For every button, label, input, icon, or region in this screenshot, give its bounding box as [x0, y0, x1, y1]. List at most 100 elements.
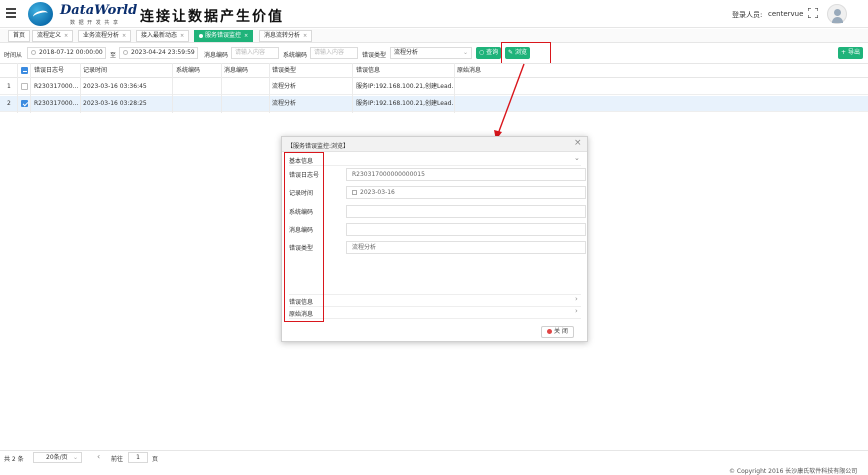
tab-bar: 首页 流程定义 × 业务流程分析 × 接入最新动态 × 服务错误监控 × 消息流转分析 × [0, 29, 868, 43]
tab-service-error-monitor[interactable]: 服务错误监控 × [194, 30, 254, 42]
column-divider [172, 63, 173, 113]
tab-message-flow-analysis[interactable]: 消息流转分析 × [259, 30, 313, 42]
column-header[interactable]: 消息编码 [224, 64, 248, 78]
chevron-down-icon: ⌄ [72, 454, 78, 461]
page-size-select[interactable]: 20条/页 ⌄ [33, 452, 82, 463]
record-time-value: 2023-03-16 [360, 189, 395, 196]
chevron-right-icon[interactable]: › [575, 295, 578, 303]
column-divider [30, 63, 31, 113]
log-no-cell: R230317000... [34, 100, 79, 107]
column-divider [80, 63, 81, 113]
column-header[interactable]: 错误类型 [272, 64, 296, 78]
error-type-select[interactable]: 流程分析 ⌄ [390, 47, 472, 59]
active-dot-icon [199, 33, 203, 38]
close-button[interactable]: 关 闭 [541, 326, 574, 338]
menu-icon[interactable] [6, 8, 16, 18]
sys-code-input[interactable]: 请输入内容 [310, 47, 358, 59]
column-header[interactable]: 记录时间 [83, 64, 107, 78]
close-icon[interactable]: × [574, 138, 582, 148]
column-header[interactable]: 错误日志号 [34, 64, 64, 78]
slogan: 连接让数据产生价值 [140, 9, 284, 25]
page-size-value: 20条/页 [46, 454, 68, 461]
column-divider [221, 63, 222, 113]
close-icon[interactable]: × [64, 33, 68, 39]
table-header: 错误日志号 记录时间 系统编码 消息编码 错误类型 错误信息 原始消息 [0, 63, 868, 78]
page-input[interactable]: 1 [128, 452, 148, 463]
column-header[interactable]: 系统编码 [176, 64, 200, 78]
goto-label: 前往 [111, 456, 124, 463]
chevron-down-icon: ⌄ [462, 49, 468, 56]
time-from-input[interactable]: 2018-07-12 00:00:00 [27, 47, 106, 59]
msg-code-input[interactable]: 请输入内容 [231, 47, 279, 59]
sys-code-label: 系统编码 [283, 52, 308, 59]
total-count: 共 2 条 [4, 456, 24, 463]
browse-dialog: 【服务错误监控:浏览】 × 基本信息 ⌄ 错误日志号 R230317000000… [281, 136, 588, 342]
page-unit-label: 页 [152, 456, 159, 463]
error-type-field[interactable]: 流程分析 [346, 241, 586, 254]
close-icon[interactable]: × [303, 33, 307, 39]
divider [289, 306, 581, 307]
chevron-right-icon[interactable]: › [575, 307, 578, 315]
msg-code-placeholder: 请输入内容 [235, 49, 266, 56]
clock-icon [123, 49, 128, 55]
error-type-value: 流程分析 [394, 49, 419, 56]
record-time-field[interactable]: 2023-03-16 [346, 186, 586, 199]
time-to-input[interactable]: 2023-04-24 23:59:59 [119, 47, 198, 59]
column-divider [352, 63, 353, 113]
tab-process-definition[interactable]: 流程定义 × [32, 30, 74, 42]
msg-code-field[interactable] [346, 223, 586, 236]
search-icon: ○ [479, 49, 485, 56]
export-button[interactable]: + 导出 [838, 47, 863, 59]
time-from-value: 2018-07-12 00:00:00 [39, 49, 103, 56]
error-info-cell: 服务IP:192.168.100.21,创建Lead... [356, 83, 454, 90]
calendar-icon [352, 189, 357, 195]
row-checkbox[interactable] [21, 100, 28, 107]
avatar[interactable] [827, 4, 847, 24]
row-checkbox[interactable] [21, 83, 28, 90]
column-header[interactable]: 错误信息 [356, 64, 380, 78]
close-icon[interactable]: × [122, 33, 126, 39]
tab-home[interactable]: 首页 [8, 30, 31, 42]
row-index: 2 [7, 100, 11, 107]
tab-label: 服务错误监控 [205, 32, 242, 39]
tab-label: 流程定义 [37, 32, 62, 39]
table-row[interactable]: 2 R230317000... 2023-03-16 03:28:25 流程分析… [0, 96, 868, 112]
export-label: 导出 [847, 49, 860, 56]
dialog-header: 【服务错误监控:浏览】 × [282, 137, 587, 152]
login-label: 登录人员: [732, 11, 763, 19]
column-header[interactable]: 原始消息 [457, 64, 481, 78]
tab-business-process-analysis[interactable]: 业务流程分析 × [78, 30, 132, 42]
error-info-cell: 服务IP:192.168.100.21,创建Lead... [356, 100, 454, 107]
log-no-field[interactable]: R230317000000000015 [346, 168, 586, 181]
logo-icon [28, 2, 53, 26]
sys-code-placeholder: 请输入内容 [314, 49, 345, 56]
column-divider [454, 63, 455, 113]
clock-icon [31, 49, 36, 55]
dialog-title: 【服务错误监控:浏览】 [287, 143, 350, 150]
time-to-value: 2023-04-24 23:59:59 [131, 49, 195, 56]
tab-label: 消息流转分析 [264, 32, 301, 39]
prev-page-icon[interactable]: ‹ [97, 452, 100, 461]
close-label: 关 闭 [554, 328, 568, 335]
log-no-cell: R230317000... [34, 83, 79, 90]
query-button[interactable]: ○ 查询 [476, 47, 502, 59]
close-icon[interactable]: × [244, 33, 248, 39]
sys-code-field[interactable] [346, 205, 586, 218]
brand-subtitle: 数 据 开 发 共 享 [70, 20, 119, 26]
row-index: 1 [7, 83, 11, 90]
brand-name: DataWorld [60, 3, 138, 18]
column-divider [269, 63, 270, 113]
tab-label: 首页 [13, 32, 26, 39]
divider [289, 318, 581, 319]
fullscreen-icon[interactable] [808, 8, 818, 18]
time-cell: 2023-03-16 03:28:25 [83, 100, 147, 107]
divider [289, 294, 581, 295]
app-header: DataWorld 数 据 开 发 共 享 连接让数据产生价值 登录人员: ce… [0, 0, 868, 28]
table-row[interactable]: 1 R230317000... 2023-03-16 03:36:45 流程分析… [0, 79, 868, 95]
tab-latest-access[interactable]: 接入最新动态 × [136, 30, 190, 42]
close-circle-icon [547, 328, 552, 334]
close-icon[interactable]: × [180, 33, 184, 39]
divider [289, 165, 581, 166]
chevron-down-icon[interactable]: ⌄ [574, 154, 580, 162]
select-all-checkbox[interactable] [21, 67, 28, 74]
